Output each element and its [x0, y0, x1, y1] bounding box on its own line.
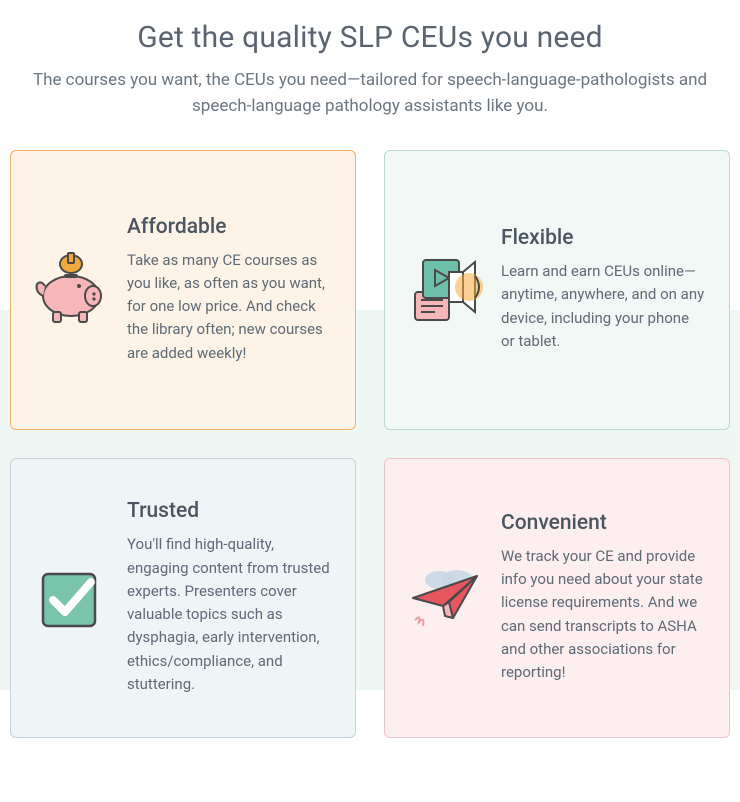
card-description: Learn and earn CEUs online—anytime, anyw…	[501, 260, 705, 353]
card-description: You'll find high-quality, engaging conte…	[127, 533, 331, 696]
piggy-bank-icon	[31, 250, 111, 330]
page-title: Get the quality SLP CEUs you need	[20, 20, 720, 55]
card-title: Trusted	[127, 499, 331, 523]
feature-card-convenient: Convenient We track your CE and provide …	[384, 458, 730, 738]
feature-grid: Affordable Take as many CE courses as yo…	[10, 150, 730, 738]
card-body: Affordable Take as many CE courses as yo…	[127, 215, 331, 365]
card-title: Convenient	[501, 511, 705, 535]
card-description: Take as many CE courses as you like, as …	[127, 249, 331, 365]
card-body: Trusted You'll find high-quality, engagi…	[127, 499, 331, 696]
feature-card-flexible: Flexible Learn and earn CEUs online—anyt…	[384, 150, 730, 430]
paper-plane-icon	[405, 558, 485, 638]
card-body: Convenient We track your CE and provide …	[501, 511, 705, 685]
page-header: Get the quality SLP CEUs you need The co…	[10, 20, 730, 150]
card-title: Flexible	[501, 226, 705, 250]
card-description: We track your CE and provide info you ne…	[501, 545, 705, 685]
card-title: Affordable	[127, 215, 331, 239]
page-subtitle: The courses you want, the CEUs you need—…	[20, 67, 720, 120]
checkmark-icon	[31, 558, 111, 638]
feature-card-affordable: Affordable Take as many CE courses as yo…	[10, 150, 356, 430]
feature-card-trusted: Trusted You'll find high-quality, engagi…	[10, 458, 356, 738]
media-player-icon	[405, 250, 485, 330]
card-body: Flexible Learn and earn CEUs online—anyt…	[501, 226, 705, 353]
